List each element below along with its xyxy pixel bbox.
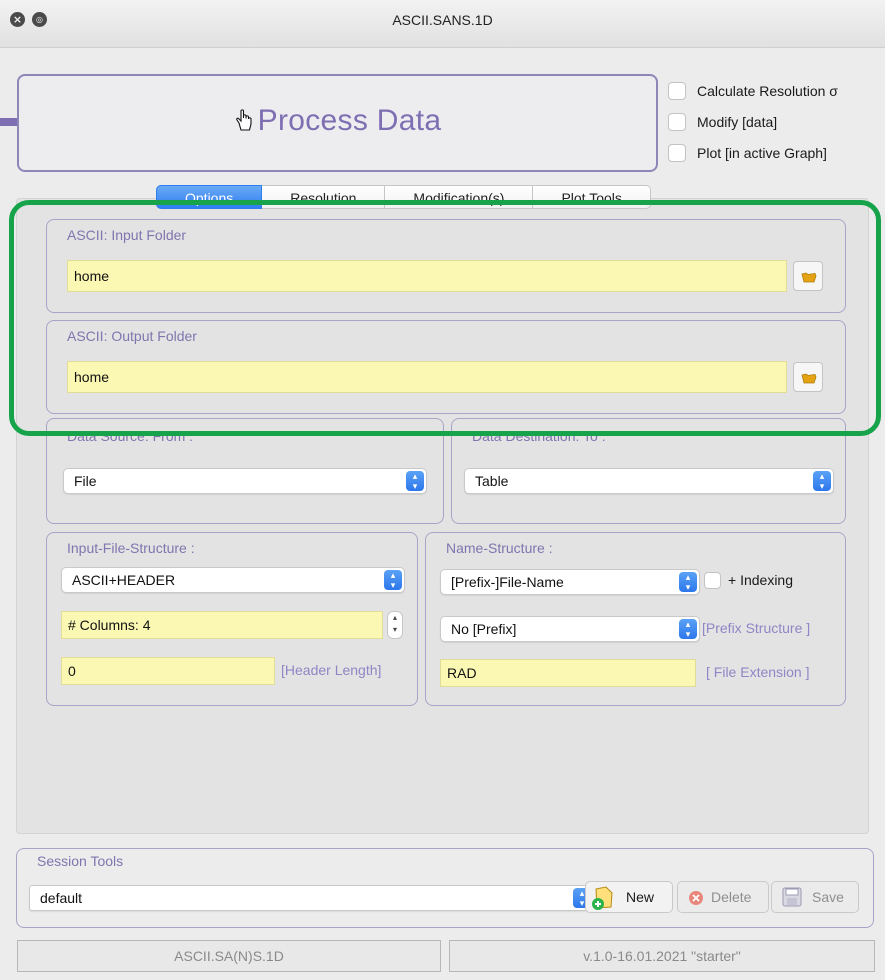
title-bar: × ◎ ASCII.SANS.1D — [0, 0, 885, 48]
folder-icon — [801, 272, 817, 283]
delete-label: Delete — [711, 889, 752, 905]
new-session-button[interactable]: New — [585, 881, 673, 913]
save-session-button[interactable]: Save — [771, 881, 859, 913]
group-title: Data Source: From : — [67, 428, 194, 444]
indexing-label: + Indexing — [728, 572, 793, 588]
group-title: ASCII: Output Folder — [67, 328, 197, 344]
tab-bar: Options Resolution Modification(s) Plot … — [156, 185, 651, 209]
data-source-group: Data Source: From : File ▴ ▾ — [46, 418, 444, 524]
delete-session-button[interactable]: Delete — [677, 881, 769, 913]
hand-pointer-icon — [235, 109, 252, 131]
file-extension-label: [ File Extension ] — [706, 664, 810, 680]
file-extension-field[interactable]: RAD — [440, 659, 696, 687]
select-value: default — [40, 890, 83, 906]
select-arrows-icon: ▴ ▾ — [406, 471, 424, 491]
input-format-select[interactable]: ASCII+HEADER ▴ ▾ — [61, 567, 405, 593]
select-arrows-icon: ▴ ▾ — [813, 471, 831, 491]
data-source-select[interactable]: File ▴ ▾ — [63, 468, 427, 494]
group-title: Input-File-Structure : — [67, 540, 195, 556]
columns-stepper[interactable]: ▴ ▾ — [387, 611, 403, 639]
plot-active-graph-checkbox[interactable]: Plot [in active Graph] — [668, 142, 827, 164]
save-label: Save — [812, 889, 844, 905]
process-data-button[interactable]: Process Data — [17, 74, 658, 172]
browse-input-folder-button[interactable] — [793, 261, 823, 291]
select-value: No [Prefix] — [451, 621, 517, 637]
process-data-label: Process Data — [257, 104, 442, 137]
tab-modifications[interactable]: Modification(s) — [385, 185, 534, 209]
select-arrows-icon: ▴ ▾ — [679, 619, 697, 639]
checkbox-box[interactable] — [668, 113, 686, 131]
header-length-label: [Header Length] — [281, 662, 382, 678]
tab-options[interactable]: Options — [156, 185, 263, 209]
calculate-resolution-checkbox[interactable]: Calculate Resolution σ — [668, 80, 838, 102]
tab-resolution[interactable]: Resolution — [262, 185, 386, 209]
select-value: Table — [475, 473, 509, 489]
folder-icon — [801, 373, 817, 384]
select-value: [Prefix-]File-Name — [451, 574, 564, 590]
checkbox-label: Plot [in active Graph] — [697, 145, 827, 161]
session-select[interactable]: default ▴ ▾ — [29, 885, 594, 911]
name-pattern-select[interactable]: [Prefix-]File-Name ▴ ▾ — [440, 569, 700, 595]
name-structure-group: Name-Structure : [Prefix-]File-Name ▴ ▾ +… — [425, 532, 846, 706]
new-icon — [592, 886, 613, 910]
prefix-structure-label: [Prefix Structure ] — [702, 620, 811, 636]
new-label: New — [626, 889, 655, 905]
checkbox-label: Modify [data] — [697, 114, 778, 130]
group-title: ASCII: Input Folder — [67, 227, 187, 243]
checkbox-box[interactable] — [668, 144, 686, 162]
output-folder-field[interactable]: home — [67, 361, 787, 393]
input-folder-field[interactable]: home — [67, 260, 787, 292]
input-folder-group: ASCII: Input Folder home — [46, 219, 846, 313]
select-value: File — [74, 473, 97, 489]
browse-output-folder-button[interactable] — [793, 362, 823, 392]
prefix-select[interactable]: No [Prefix] ▴ ▾ — [440, 616, 700, 642]
select-value: ASCII+HEADER — [72, 572, 176, 588]
group-title: Data Destination: To : — [472, 428, 606, 444]
input-file-structure-group: Input-File-Structure : ASCII+HEADER ▴ ▾ #… — [46, 532, 418, 706]
header-length-field[interactable]: 0 — [61, 657, 275, 685]
save-icon — [782, 887, 802, 907]
session-tools-group: Session Tools default ▴ ▾ New Delete Save — [16, 848, 874, 928]
group-title: Session Tools — [37, 853, 124, 869]
modify-data-checkbox[interactable]: Modify [data] — [668, 111, 777, 133]
data-destination-group: Data Destination: To : Table ▴ ▾ — [451, 418, 846, 524]
select-arrows-icon: ▴ ▾ — [679, 572, 697, 592]
columns-field[interactable]: # Columns: 4 — [61, 611, 383, 639]
window-title: ASCII.SANS.1D — [392, 12, 493, 28]
indexing-checkbox[interactable] — [704, 572, 721, 589]
status-version: v.1.0-16.01.2021 "starter" — [449, 940, 875, 972]
data-destination-select[interactable]: Table ▴ ▾ — [464, 468, 834, 494]
checkbox-label: Calculate Resolution σ — [697, 83, 838, 99]
checkbox-box[interactable] — [668, 82, 686, 100]
tab-plot-tools[interactable]: Plot Tools — [533, 185, 651, 209]
output-folder-group: ASCII: Output Folder home — [46, 320, 846, 414]
group-title: Name-Structure : — [446, 540, 553, 556]
status-app-name: ASCII.SA(N)S.1D — [17, 940, 441, 972]
delete-icon — [689, 891, 703, 905]
select-arrows-icon: ▴ ▾ — [384, 570, 402, 590]
